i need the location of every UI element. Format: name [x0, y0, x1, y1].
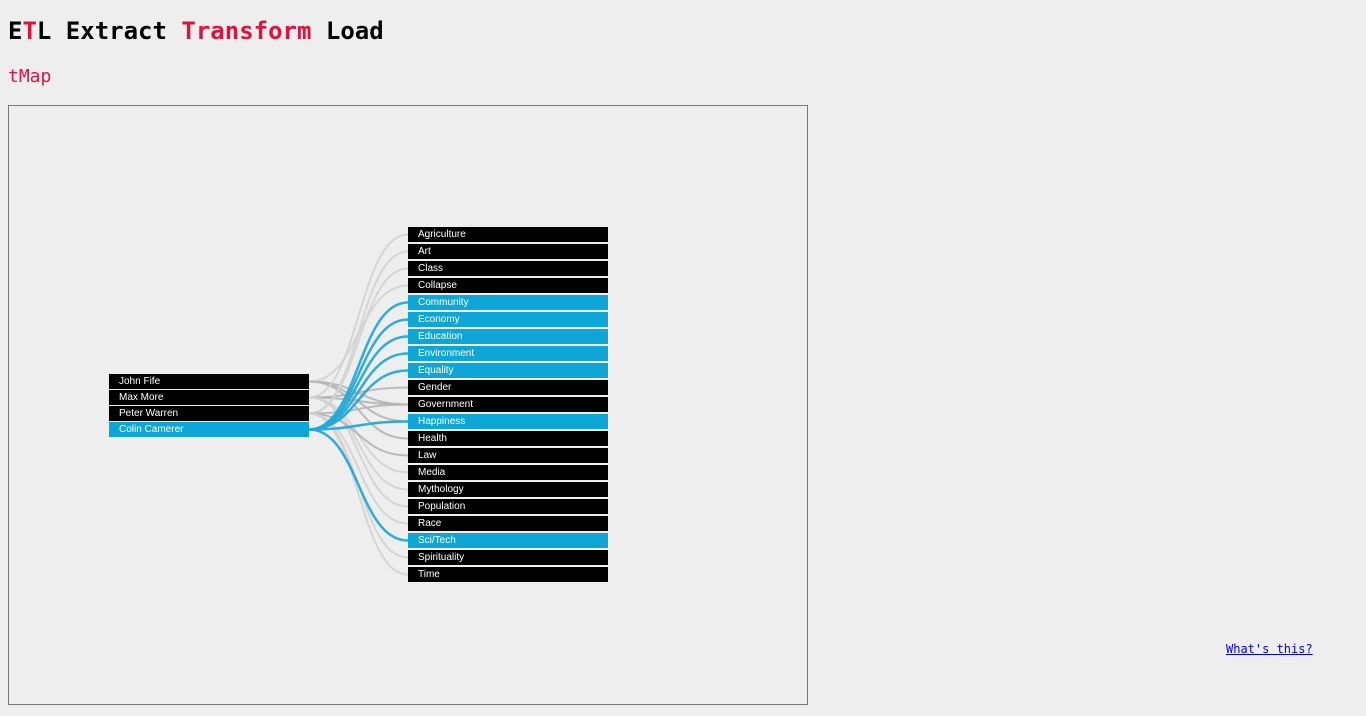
page-subtitle: tMap — [8, 66, 52, 87]
target-node-government[interactable]: Government — [408, 397, 608, 412]
title-part: T — [22, 17, 37, 45]
target-node-economy[interactable]: Economy — [408, 312, 608, 327]
target-node-community[interactable]: Community — [408, 295, 608, 310]
target-node-race[interactable]: Race — [408, 516, 608, 531]
target-node-law[interactable]: Law — [408, 448, 608, 463]
target-node-class[interactable]: Class — [408, 261, 608, 276]
tmap-canvas[interactable]: John Fife Max More Peter Warren Colin Camer… — [8, 105, 808, 705]
source-node-colin-camerer[interactable]: Colin Camerer — [109, 422, 309, 437]
target-node-spirituality[interactable]: Spirituality — [408, 550, 608, 565]
target-node-media[interactable]: Media — [408, 465, 608, 480]
title-part: L Extract — [36, 17, 182, 45]
target-node-art[interactable]: Art — [408, 244, 608, 259]
target-node-collapse[interactable]: Collapse — [408, 278, 608, 293]
target-node-education[interactable]: Education — [408, 329, 608, 344]
target-node-mythology[interactable]: Mythology — [408, 482, 608, 497]
target-node-sci-tech[interactable]: Sci/Tech — [408, 533, 608, 548]
link-colin-camerer-to-sci-tech — [308, 428, 409, 542]
target-node-happiness[interactable]: Happiness — [408, 414, 608, 429]
title-part: Load — [311, 17, 384, 45]
source-node-peter-warren[interactable]: Peter Warren — [109, 406, 309, 421]
source-node-max-more[interactable]: Max More — [109, 390, 309, 405]
title-part: Transform — [181, 17, 312, 45]
source-node-john-fife[interactable]: John Fife — [109, 374, 309, 389]
target-node-environment[interactable]: Environment — [408, 346, 608, 361]
target-node-agriculture[interactable]: Agriculture — [408, 227, 608, 242]
title-part: E — [8, 17, 23, 45]
target-node-time[interactable]: Time — [408, 567, 608, 582]
link-peter-warren-to-art — [308, 250, 409, 415]
target-node-equality[interactable]: Equality — [408, 363, 608, 378]
page-title: ETL Extract Transform Load — [8, 17, 384, 45]
target-node-health[interactable]: Health — [408, 431, 608, 446]
target-node-population[interactable]: Population — [408, 499, 608, 514]
target-node-gender[interactable]: Gender — [408, 380, 608, 395]
whats-this-link[interactable]: What's this? — [1226, 642, 1313, 656]
link-peter-warren-to-time — [308, 412, 409, 576]
